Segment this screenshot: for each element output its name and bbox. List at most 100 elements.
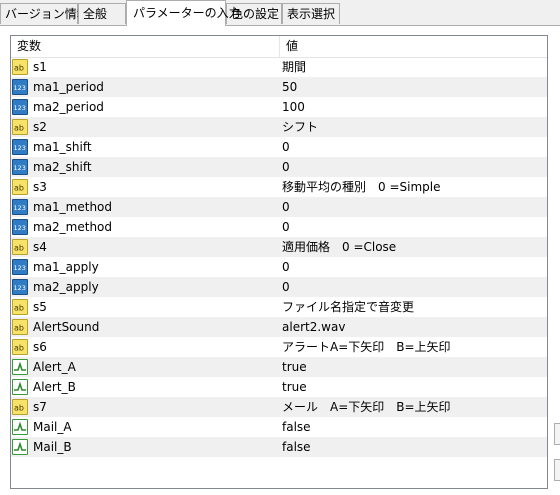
table-row[interactable]: ab s7 メール A=下矢印 B=上矢印 <box>11 397 547 417</box>
row-value-cell[interactable]: 0 <box>280 277 547 297</box>
variable-name: ma2_period <box>33 100 104 114</box>
table-row[interactable]: 123 ma2_method 0 <box>11 217 547 237</box>
table-row[interactable]: 123 ma1_shift 0 <box>11 137 547 157</box>
row-variable-cell[interactable]: 123 ma2_method <box>11 217 280 237</box>
scroll-button-up[interactable] <box>554 423 560 445</box>
row-variable-cell[interactable]: ab s3 <box>11 177 280 197</box>
svg-text:ab: ab <box>14 404 24 413</box>
bool-icon <box>12 419 28 435</box>
row-value-cell[interactable]: シフト <box>280 117 547 137</box>
row-variable-cell[interactable]: ab s2 <box>11 117 280 137</box>
row-variable-cell[interactable]: Mail_B <box>11 437 280 457</box>
svg-text:123: 123 <box>14 164 26 172</box>
table-body: ab s1 期間 123 ma1_period 50 123 ma2_period 100 ab s… <box>11 57 547 457</box>
table-row[interactable]: 123 ma2_shift 0 <box>11 157 547 177</box>
table-row[interactable]: Alert_B true <box>11 377 547 397</box>
row-value-cell[interactable]: alert2.wav <box>280 317 547 337</box>
svg-text:123: 123 <box>14 204 26 212</box>
column-header-variable[interactable]: 変数 <box>11 36 280 57</box>
variable-name: s3 <box>33 180 47 194</box>
table-row[interactable]: ab s4 適用価格 0 =Close <box>11 237 547 257</box>
123-int-icon: 123 <box>12 79 28 95</box>
tab-general[interactable]: 全般 <box>78 3 126 24</box>
123-int-icon: 123 <box>12 159 28 175</box>
table-row[interactable]: Alert_A true <box>11 357 547 377</box>
row-value-cell[interactable]: 0 <box>280 217 547 237</box>
variable-name: Mail_A <box>33 420 72 434</box>
row-variable-cell[interactable]: ab s1 <box>11 57 280 77</box>
row-value-cell[interactable]: アラートA=下矢印 B=上矢印 <box>280 337 547 357</box>
table-row[interactable]: ab s5 ファイル名指定で音変更 <box>11 297 547 317</box>
row-value-cell[interactable]: 移動平均の種別 0 =Simple <box>280 177 547 197</box>
table-row[interactable]: 123 ma1_method 0 <box>11 197 547 217</box>
row-variable-cell[interactable]: ab AlertSound <box>11 317 280 337</box>
row-variable-cell[interactable]: 123 ma1_apply <box>11 257 280 277</box>
variable-name: s5 <box>33 300 47 314</box>
row-value-cell[interactable]: true <box>280 377 547 397</box>
row-value-cell[interactable]: 期間 <box>280 57 547 77</box>
row-value-cell[interactable]: 100 <box>280 97 547 117</box>
parameters-panel: 変数 値 ab s1 期間 123 ma1_period 50 123 ma2_period 1… <box>0 25 560 495</box>
table-row[interactable]: Mail_B false <box>11 437 547 457</box>
row-variable-cell[interactable]: Mail_A <box>11 417 280 437</box>
tab-version-info[interactable]: バージョン情報 <box>0 3 89 24</box>
row-variable-cell[interactable]: ab s7 <box>11 397 280 417</box>
table-row[interactable]: 123 ma1_apply 0 <box>11 257 547 277</box>
row-value-cell[interactable]: メール A=下矢印 B=上矢印 <box>280 397 547 417</box>
table-row[interactable]: ab s2 シフト <box>11 117 547 137</box>
variable-name: ma2_method <box>33 220 113 234</box>
svg-text:ab: ab <box>14 324 24 333</box>
row-value-cell[interactable]: 0 <box>280 197 547 217</box>
variable-name: ma1_apply <box>33 260 99 274</box>
table-row[interactable]: 123 ma2_apply 0 <box>11 277 547 297</box>
row-variable-cell[interactable]: ab s6 <box>11 337 280 357</box>
variable-name: ma1_shift <box>33 140 92 154</box>
row-variable-cell[interactable]: 123 ma1_shift <box>11 137 280 157</box>
scroll-button-down[interactable] <box>554 459 560 481</box>
row-variable-cell[interactable]: 123 ma1_method <box>11 197 280 217</box>
row-variable-cell[interactable]: Alert_B <box>11 377 280 397</box>
variable-name: ma2_shift <box>33 160 92 174</box>
row-variable-cell[interactable]: ab s5 <box>11 297 280 317</box>
table-row[interactable]: ab s3 移動平均の種別 0 =Simple <box>11 177 547 197</box>
row-value-cell[interactable]: 0 <box>280 157 547 177</box>
svg-text:123: 123 <box>14 84 26 92</box>
tab-visualization[interactable]: 表示選択 <box>282 3 340 24</box>
table-row[interactable]: ab s1 期間 <box>11 57 547 77</box>
row-value-cell[interactable]: 0 <box>280 137 547 157</box>
table-header: 変数 値 <box>11 36 547 58</box>
svg-text:123: 123 <box>14 144 26 152</box>
table-row[interactable]: Mail_A false <box>11 417 547 437</box>
row-value-cell[interactable]: false <box>280 417 547 437</box>
row-variable-cell[interactable]: Alert_A <box>11 357 280 377</box>
variable-name: s4 <box>33 240 47 254</box>
ab-string-icon: ab <box>12 239 28 255</box>
svg-text:123: 123 <box>14 104 26 112</box>
bool-icon <box>12 439 28 455</box>
variable-name: s1 <box>33 60 47 74</box>
row-value-cell[interactable]: 適用価格 0 =Close <box>280 237 547 257</box>
row-variable-cell[interactable]: 123 ma2_apply <box>11 277 280 297</box>
row-value-cell[interactable]: 0 <box>280 257 547 277</box>
table-row[interactable]: ab AlertSound alert2.wav <box>11 317 547 337</box>
row-value-cell[interactable]: false <box>280 437 547 457</box>
table-row[interactable]: 123 ma2_period 100 <box>11 97 547 117</box>
row-value-cell[interactable]: ファイル名指定で音変更 <box>280 297 547 317</box>
variable-name: ma1_method <box>33 200 113 214</box>
variable-name: ma1_period <box>33 80 104 94</box>
svg-text:123: 123 <box>14 264 26 272</box>
table-row[interactable]: 123 ma1_period 50 <box>11 77 547 97</box>
tab-input-parameters[interactable]: パラメーターの入力 <box>126 0 241 26</box>
row-variable-cell[interactable]: 123 ma2_period <box>11 97 280 117</box>
table-row[interactable]: ab s6 アラートA=下矢印 B=上矢印 <box>11 337 547 357</box>
row-variable-cell[interactable]: 123 ma2_shift <box>11 157 280 177</box>
column-header-value[interactable]: 値 <box>280 36 547 57</box>
row-variable-cell[interactable]: ab s4 <box>11 237 280 257</box>
row-value-cell[interactable]: true <box>280 357 547 377</box>
variable-name: AlertSound <box>33 320 100 334</box>
bool-icon <box>12 359 28 375</box>
svg-text:123: 123 <box>14 284 26 292</box>
123-int-icon: 123 <box>12 219 28 235</box>
row-variable-cell[interactable]: 123 ma1_period <box>11 77 280 97</box>
row-value-cell[interactable]: 50 <box>280 77 547 97</box>
